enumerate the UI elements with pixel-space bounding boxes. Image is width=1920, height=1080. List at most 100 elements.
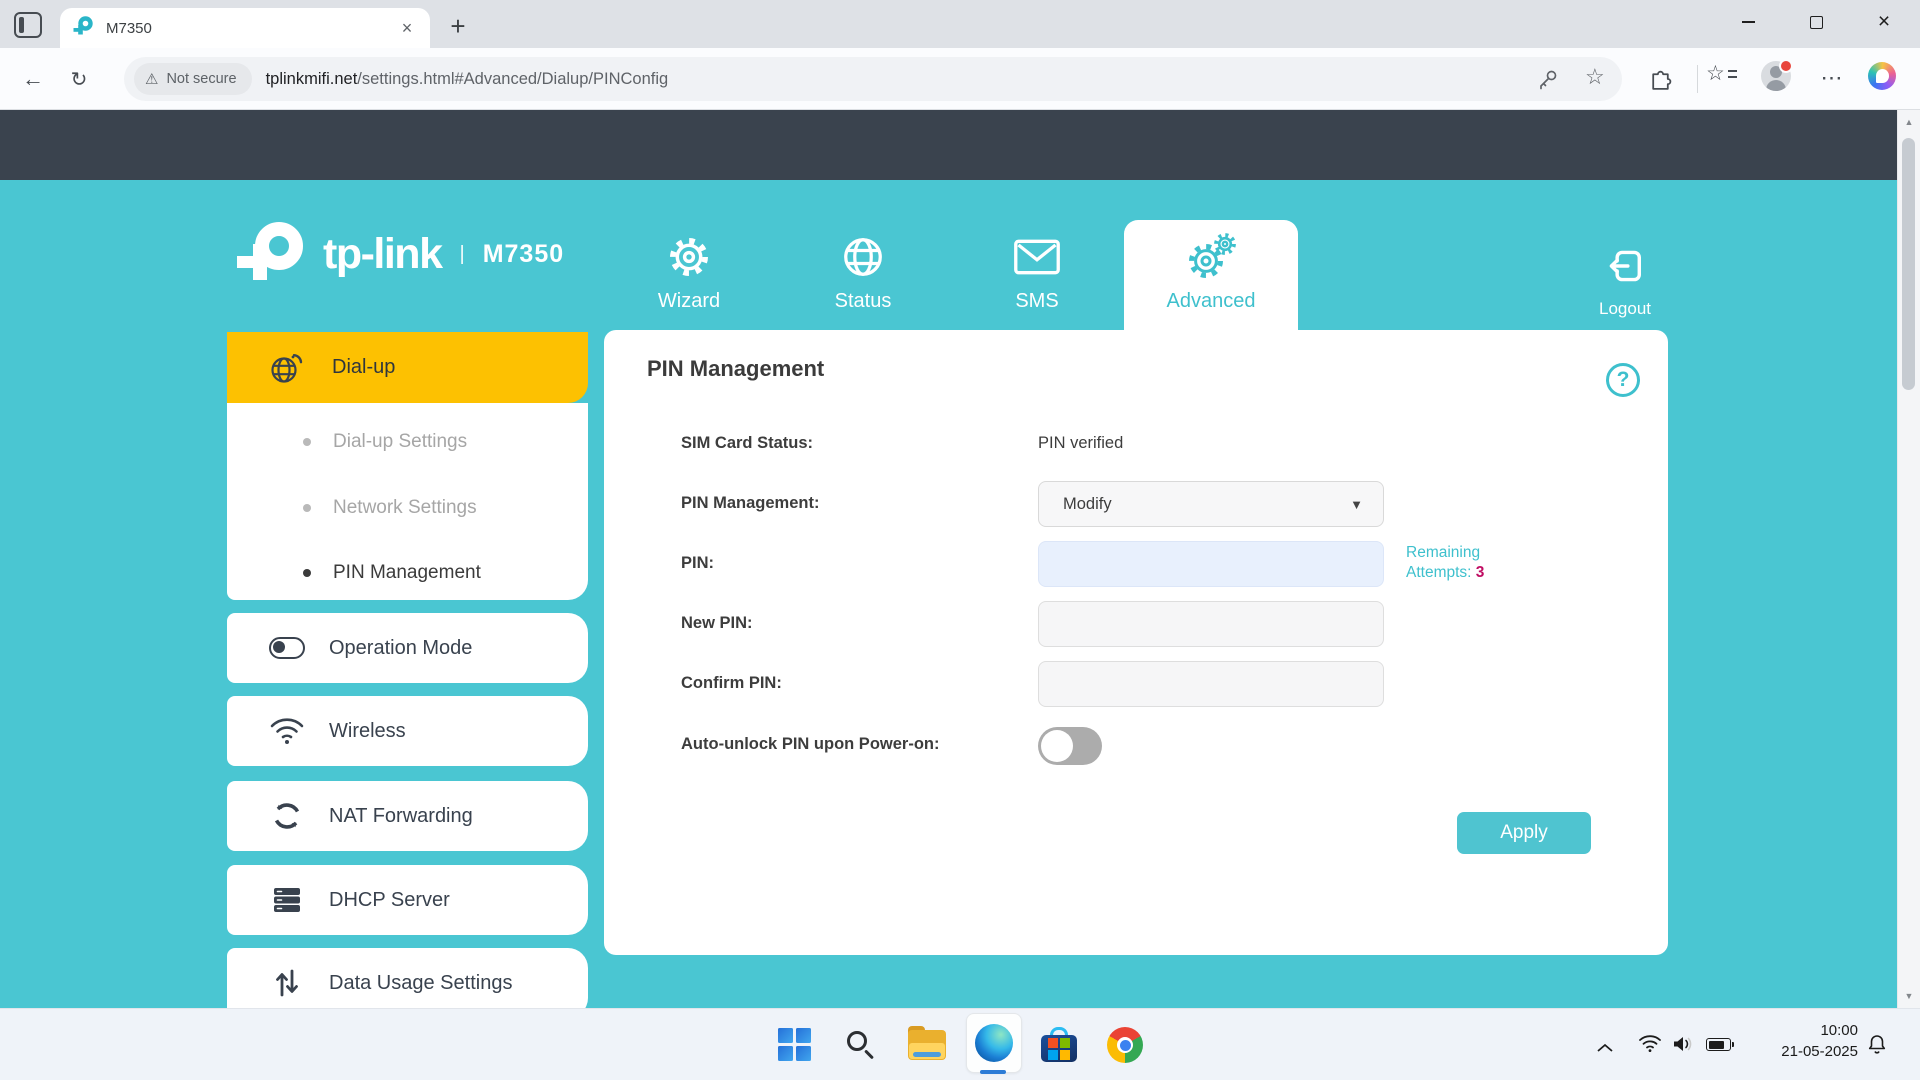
portal-page: tp-link | M7350 Wizard Status SMS Advanc…: [0, 180, 1920, 1008]
settings-more-icon[interactable]: ⋯: [1820, 62, 1844, 94]
brand-separator: |: [459, 243, 465, 265]
url-host: tplinkmifi.net: [265, 69, 358, 88]
remaining-attempts: Remaining Attempts: 3: [1406, 543, 1536, 583]
window-minimize-button[interactable]: [1726, 4, 1770, 40]
microsoft-store-button[interactable]: [1039, 1025, 1079, 1065]
circular-arrows-icon: [269, 801, 305, 831]
sidebar-item-dialup-settings[interactable]: Dial-up Settings: [227, 427, 588, 457]
tray-show-hidden-icons[interactable]: [1596, 1040, 1614, 1058]
security-chip[interactable]: ⚠ Not secure: [134, 63, 252, 95]
pin-mode-label: PIN Management:: [681, 494, 820, 512]
tab-wizard[interactable]: Wizard: [614, 232, 764, 313]
help-button[interactable]: ?: [1606, 363, 1640, 397]
back-button[interactable]: ←: [16, 62, 50, 96]
submenu-label: PIN Management: [333, 562, 481, 583]
maximize-icon: [1809, 15, 1823, 29]
scroll-down-icon[interactable]: ▼: [1898, 986, 1920, 1006]
sidebar-item-dialup[interactable]: Dial-up: [227, 332, 588, 403]
tab-status-label: Status: [834, 290, 892, 312]
sidebar-item-dhcp-server[interactable]: DHCP Server: [227, 865, 588, 935]
pin-label: PIN:: [681, 554, 714, 572]
tab-wizard-label: Wizard: [657, 290, 721, 312]
confirm-pin-label: Confirm PIN:: [681, 674, 782, 692]
favorites-icon[interactable]: ☆: [1706, 63, 1737, 84]
bookmark-star-icon[interactable]: ☆: [1585, 64, 1605, 90]
autounlock-label: Auto-unlock PIN upon Power-on:: [681, 735, 940, 753]
toolbar-divider: [1697, 65, 1698, 93]
tab-title: M7350: [106, 19, 152, 37]
tplink-logo-mark-icon: [233, 220, 311, 289]
device-status-header: Welcome to TP-Link Mobile Wi-Fi! 4G 1: [0, 110, 1920, 274]
password-key-icon[interactable]: [1537, 68, 1559, 95]
page-scrollbar[interactable]: ▲ ▼: [1897, 110, 1920, 1008]
tab-advanced[interactable]: Advanced: [1136, 232, 1286, 313]
tray-wifi-icon[interactable]: [1638, 1034, 1662, 1058]
sidebar-item-label: DHCP Server: [329, 888, 450, 911]
bullet-icon: [303, 569, 311, 577]
server-stack-icon: [269, 886, 305, 914]
sidebar-item-label: Dial-up: [332, 356, 396, 378]
brand-name: tp-link: [323, 230, 443, 278]
logout-button[interactable]: Logout: [1585, 246, 1665, 319]
device-model: M7350: [482, 240, 565, 268]
submenu-label: Dial-up Settings: [333, 431, 468, 452]
pin-mode-selected-value: Modify: [1063, 494, 1112, 513]
sidebar-item-network-settings[interactable]: Network Settings: [227, 493, 588, 523]
tab-close-icon[interactable]: ×: [396, 17, 418, 39]
new-tab-button[interactable]: +: [442, 10, 474, 42]
profile-avatar[interactable]: [1761, 59, 1793, 91]
tab-sms[interactable]: SMS: [962, 232, 1112, 313]
tray-volume-icon[interactable]: [1672, 1035, 1696, 1058]
start-button[interactable]: [775, 1025, 815, 1065]
logout-icon: [1605, 246, 1645, 291]
sidebar-item-pin-management[interactable]: PIN Management: [227, 558, 588, 588]
sidebar-item-wireless[interactable]: Wireless: [227, 696, 588, 766]
tplink-logo: tp-link | M7350: [233, 220, 564, 289]
browser-toolbar: ← ↻ ⚠ Not secure tplinkmifi.net/settings…: [0, 48, 1920, 110]
sidebar-item-nat-forwarding[interactable]: NAT Forwarding: [227, 781, 588, 851]
page-title: PIN Management: [647, 356, 825, 381]
chrome-icon: [1107, 1027, 1143, 1063]
window-maximize-button[interactable]: [1794, 4, 1838, 40]
scroll-up-icon[interactable]: ▲: [1898, 112, 1920, 132]
autounlock-toggle[interactable]: [1038, 727, 1102, 765]
new-pin-input[interactable]: [1038, 601, 1384, 647]
extensions-puzzle-icon[interactable]: [1646, 63, 1674, 95]
bullet-icon: [303, 438, 311, 446]
tray-notifications-bell-icon[interactable]: [1866, 1033, 1888, 1060]
pin-input[interactable]: [1038, 541, 1384, 587]
gear-icon: [666, 232, 712, 282]
tab-sms-label: SMS: [1015, 290, 1059, 312]
taskbar-search-button[interactable]: [841, 1025, 881, 1065]
sidebar-item-operation-mode[interactable]: Operation Mode: [227, 613, 588, 683]
notification-dot: [1779, 59, 1793, 73]
envelope-icon: [1013, 232, 1061, 282]
pin-management-select[interactable]: Modify ▼: [1038, 481, 1384, 527]
browser-tab[interactable]: M7350 ×: [60, 8, 430, 48]
minimize-icon: [1741, 21, 1755, 23]
refresh-button[interactable]: ↻: [62, 62, 96, 96]
tray-clock[interactable]: 10:00 21-05-2025: [1740, 1020, 1858, 1062]
sidebar-item-label: Wireless: [329, 719, 406, 742]
tab-status[interactable]: Status: [788, 232, 938, 313]
globe-icon: [840, 232, 886, 282]
file-explorer-button[interactable]: [907, 1025, 947, 1065]
edge-browser-button[interactable]: [966, 1013, 1022, 1073]
new-pin-label: New PIN:: [681, 614, 753, 632]
wifi-icon: [269, 716, 305, 746]
logout-label: Logout: [1599, 299, 1651, 318]
sidebar-item-data-usage-settings[interactable]: Data Usage Settings: [227, 948, 588, 1008]
confirm-pin-input[interactable]: [1038, 661, 1384, 707]
address-bar[interactable]: ⚠ Not secure tplinkmifi.net/settings.htm…: [124, 57, 1622, 101]
copilot-icon[interactable]: [1868, 62, 1896, 90]
tray-battery-icon[interactable]: [1706, 1038, 1734, 1051]
window-close-button[interactable]: ×: [1862, 4, 1906, 40]
apply-button[interactable]: Apply: [1457, 812, 1591, 854]
sidebar-item-label: Operation Mode: [329, 636, 473, 659]
url-path: /settings.html#Advanced/Dialup/PINConfig: [357, 69, 669, 88]
edge-icon: [975, 1024, 1013, 1062]
tab-actions-icon[interactable]: [14, 12, 42, 38]
scrollbar-thumb[interactable]: [1902, 138, 1915, 390]
tray-time: 10:00: [1820, 1022, 1858, 1039]
chrome-button[interactable]: [1105, 1025, 1145, 1065]
